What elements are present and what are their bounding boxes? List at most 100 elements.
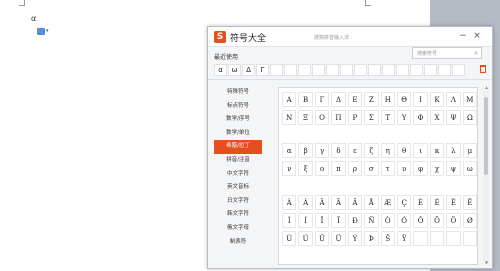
- symbol-cell[interactable]: Ξ: [298, 110, 313, 125]
- symbol-cell[interactable]: Û: [314, 231, 330, 246]
- symbol-cell[interactable]: Ô: [413, 213, 428, 228]
- symbol-cell[interactable]: Θ: [396, 92, 412, 107]
- symbol-cell[interactable]: Ë: [462, 195, 477, 210]
- symbol-cell[interactable]: Ý: [347, 231, 363, 246]
- symbol-cell[interactable]: Λ: [446, 92, 461, 107]
- symbol-cell[interactable]: Ρ: [347, 110, 363, 125]
- symbol-cell[interactable]: Ü: [331, 231, 346, 246]
- symbol-cell[interactable]: ρ: [347, 161, 363, 176]
- category-item-chinese[interactable]: 中文字符: [214, 168, 262, 182]
- symbol-cell[interactable]: Þ: [364, 231, 379, 246]
- symbol-cell[interactable]: Ð: [347, 213, 363, 228]
- symbol-cell[interactable]: [446, 231, 461, 246]
- symbol-cell[interactable]: Ì: [282, 213, 297, 228]
- symbol-cell[interactable]: Γ: [314, 92, 330, 107]
- symbol-cell[interactable]: Î: [314, 213, 330, 228]
- recent-symbol[interactable]: [452, 64, 465, 76]
- symbol-cell[interactable]: Ú: [298, 231, 313, 246]
- category-item-english-phonetic[interactable]: 英文音标: [214, 181, 262, 195]
- symbol-cell[interactable]: É: [429, 195, 445, 210]
- symbol-cell[interactable]: υ: [396, 161, 412, 176]
- symbol-cell[interactable]: Υ: [396, 110, 412, 125]
- recent-symbol[interactable]: [326, 64, 339, 76]
- symbol-cell[interactable]: κ: [429, 143, 445, 158]
- symbol-cell[interactable]: φ: [413, 161, 428, 176]
- symbol-cell[interactable]: À: [282, 195, 297, 210]
- symbol-cell[interactable]: α: [282, 143, 297, 158]
- symbol-cell[interactable]: Ñ: [364, 213, 379, 228]
- recent-symbol[interactable]: [270, 64, 283, 76]
- category-item-number-sequence[interactable]: 数学/序号: [214, 113, 262, 127]
- symbol-cell[interactable]: Τ: [380, 110, 395, 125]
- symbol-cell[interactable]: Ã: [331, 195, 346, 210]
- symbol-cell[interactable]: Κ: [429, 92, 445, 107]
- symbol-cell[interactable]: δ: [331, 143, 346, 158]
- category-item-korean[interactable]: 韩文字符: [214, 208, 262, 222]
- symbol-cell[interactable]: Ù: [282, 231, 297, 246]
- symbol-cell[interactable]: ω: [462, 161, 477, 176]
- symbol-cell[interactable]: Δ: [331, 92, 346, 107]
- symbol-cell[interactable]: ξ: [298, 161, 313, 176]
- scrollbar[interactable]: [483, 89, 489, 261]
- symbol-cell[interactable]: θ: [396, 143, 412, 158]
- symbol-cell[interactable]: Í: [298, 213, 313, 228]
- minimize-icon[interactable]: −: [458, 31, 468, 42]
- recent-symbol[interactable]: [312, 64, 325, 76]
- symbol-cell[interactable]: Ä: [347, 195, 363, 210]
- symbol-cell[interactable]: Ï: [331, 213, 346, 228]
- recent-symbol[interactable]: [284, 64, 297, 76]
- symbol-cell[interactable]: Β: [298, 92, 313, 107]
- symbol-cell[interactable]: Ÿ: [396, 231, 412, 246]
- symbol-cell[interactable]: β: [298, 143, 313, 158]
- symbol-cell[interactable]: Ò: [380, 213, 395, 228]
- symbol-cell[interactable]: Ο: [314, 110, 330, 125]
- symbol-cell[interactable]: χ: [429, 161, 445, 176]
- category-item-math-unit[interactable]: 数学/单位: [214, 127, 262, 141]
- symbol-cell[interactable]: μ: [462, 143, 477, 158]
- category-item-pinyin[interactable]: 拼音/注音: [214, 154, 262, 168]
- close-icon[interactable]: ×: [472, 31, 482, 42]
- recent-symbol[interactable]: [410, 64, 423, 76]
- symbol-cell[interactable]: Ζ: [364, 92, 379, 107]
- symbol-cell[interactable]: Φ: [413, 110, 428, 125]
- symbol-cell[interactable]: Æ: [380, 195, 395, 210]
- symbol-cell[interactable]: Ψ: [446, 110, 461, 125]
- symbol-cell[interactable]: Å: [364, 195, 379, 210]
- recent-symbol[interactable]: [354, 64, 367, 76]
- symbol-cell[interactable]: Á: [298, 195, 313, 210]
- recent-symbol[interactable]: [382, 64, 395, 76]
- symbol-cell[interactable]: Σ: [364, 110, 379, 125]
- recent-symbol[interactable]: [298, 64, 311, 76]
- recent-symbol[interactable]: [368, 64, 381, 76]
- dialog-title-bar[interactable]: S 符号大全 搜狗拼音输入法 − ×: [208, 27, 492, 47]
- symbol-cell[interactable]: ψ: [446, 161, 461, 176]
- paste-options-icon[interactable]: [37, 28, 45, 35]
- category-item-greek-latin[interactable]: 希腊/拉丁: [214, 140, 262, 154]
- recent-symbol[interactable]: α: [214, 64, 227, 76]
- scrollbar-thumb[interactable]: [484, 97, 488, 175]
- symbol-cell[interactable]: Μ: [462, 92, 477, 107]
- symbol-cell[interactable]: Õ: [429, 213, 445, 228]
- symbol-cell[interactable]: λ: [446, 143, 461, 158]
- symbol-cell[interactable]: ε: [347, 143, 363, 158]
- symbol-cell[interactable]: ο: [314, 161, 330, 176]
- category-item-japanese[interactable]: 日文字符: [214, 195, 262, 209]
- symbol-cell[interactable]: [413, 231, 428, 246]
- chevron-down-icon[interactable]: ▾: [46, 28, 49, 34]
- symbol-cell[interactable]: ι: [413, 143, 428, 158]
- symbol-cell[interactable]: Â: [314, 195, 330, 210]
- category-item-box-drawing[interactable]: 制表符: [214, 236, 262, 250]
- symbol-cell[interactable]: Π: [331, 110, 346, 125]
- symbol-cell[interactable]: [462, 231, 477, 246]
- recent-symbol[interactable]: Γ: [256, 64, 269, 76]
- search-icon[interactable]: ⌕: [474, 49, 478, 58]
- recent-symbol[interactable]: [438, 64, 451, 76]
- recent-symbol[interactable]: [396, 64, 409, 76]
- symbol-cell[interactable]: [429, 231, 445, 246]
- symbol-cell[interactable]: π: [331, 161, 346, 176]
- symbol-cell[interactable]: Ç: [396, 195, 412, 210]
- symbol-cell[interactable]: Ø: [462, 213, 477, 228]
- symbol-cell[interactable]: Š: [380, 231, 395, 246]
- recent-symbol[interactable]: Δ: [242, 64, 255, 76]
- symbol-cell[interactable]: γ: [314, 143, 330, 158]
